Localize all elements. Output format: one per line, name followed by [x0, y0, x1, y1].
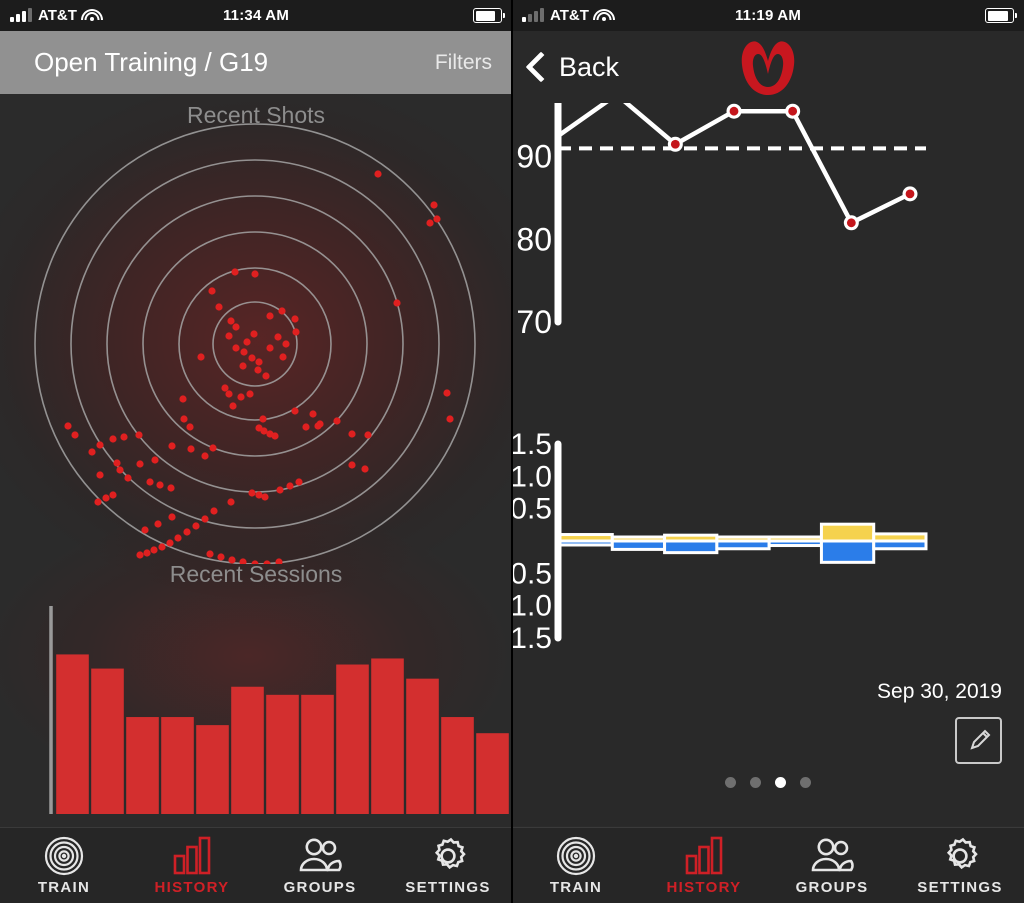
people-icon	[809, 836, 855, 876]
left-content: Recent Shots Recent Sessions	[0, 94, 512, 828]
recent-sessions-label: Recent Sessions	[169, 561, 343, 587]
tab-history-label: HISTORY	[154, 878, 230, 896]
page-dot-active[interactable]	[775, 777, 786, 788]
tab-groups-label: GROUPS	[795, 878, 869, 896]
tab-history[interactable]: HISTORY	[640, 828, 768, 903]
svg-text:1.0: 1.0	[512, 460, 552, 493]
tab-bar-left: TRAIN HISTORY GROUPS SETTINGS	[0, 827, 512, 903]
tab-train[interactable]: TRAIN	[0, 828, 128, 903]
tab-bar-right: TRAIN HISTORY GROUPS SETTINGS	[512, 827, 1024, 903]
tab-history-label: HISTORY	[666, 878, 742, 896]
tab-settings-label: SETTINGS	[917, 878, 1003, 896]
page-dot[interactable]	[725, 777, 736, 788]
recent-shots-target-chart[interactable]	[0, 94, 512, 568]
svg-text:0.5: 0.5	[512, 557, 552, 590]
battery-icon	[985, 8, 1017, 23]
bar-chart-icon	[171, 836, 213, 876]
tab-train[interactable]: TRAIN	[512, 828, 640, 903]
battery-icon	[473, 8, 505, 23]
svg-text:1.5: 1.5	[512, 430, 552, 461]
edit-pencil-icon[interactable]	[955, 717, 1002, 764]
bar-chart-icon	[683, 836, 725, 876]
tab-settings-label: SETTINGS	[405, 878, 491, 896]
status-bar-right-group	[985, 0, 1017, 31]
people-icon	[297, 836, 343, 876]
status-bar-left: AT&T 11:34 AM	[0, 0, 512, 31]
recent-sessions-bar-chart[interactable]	[0, 598, 512, 828]
mantis-logo	[512, 31, 1024, 103]
tab-settings[interactable]: SETTINGS	[384, 828, 512, 903]
page-dot[interactable]	[750, 777, 761, 788]
svg-text:1.5: 1.5	[512, 622, 552, 655]
page-title: Open Training / G19	[34, 47, 269, 77]
filters-button[interactable]: Filters	[435, 51, 492, 75]
right-phone-screen: AT&T 11:19 AM Back 70 80 90 1.5 1.0 0.5 …	[512, 0, 1024, 903]
tab-train-label: TRAIN	[37, 878, 91, 896]
clock-label: 11:19 AM	[734, 7, 802, 24]
tab-groups-label: GROUPS	[283, 878, 357, 896]
status-bar-right-group	[473, 0, 505, 31]
status-bar-right: AT&T 11:19 AM	[512, 0, 1024, 31]
score-line-chart[interactable]: 708090100	[512, 60, 1024, 348]
movement-bar-chart[interactable]: 1.51.00.50.51.01.5	[512, 430, 1024, 655]
page-dots	[512, 777, 1024, 788]
tab-train-label: TRAIN	[549, 878, 603, 896]
tab-history[interactable]: HISTORY	[128, 828, 256, 903]
phone-divider	[511, 0, 513, 903]
svg-text:90: 90	[516, 139, 552, 175]
gear-icon	[428, 836, 468, 876]
left-phone-screen: AT&T 11:34 AM Open Training / G19 Filter…	[0, 0, 512, 903]
gear-icon	[940, 836, 980, 876]
target-rings-icon	[44, 836, 84, 876]
session-date: Sep 30, 2019	[877, 680, 1002, 703]
dual-phone-screenshot: AT&T 11:34 AM Open Training / G19 Filter…	[0, 0, 1024, 903]
target-svg	[34, 123, 476, 568]
tab-groups[interactable]: GROUPS	[768, 828, 896, 903]
tab-groups[interactable]: GROUPS	[256, 828, 384, 903]
target-rings-icon	[556, 836, 596, 876]
svg-text:0.5: 0.5	[512, 493, 552, 526]
clock-label: 11:34 AM	[222, 7, 290, 24]
nav-bar-right: Back	[512, 31, 1024, 103]
nav-bar-left: Open Training / G19 Filters	[0, 31, 512, 94]
tab-settings[interactable]: SETTINGS	[896, 828, 1024, 903]
svg-text:80: 80	[516, 221, 552, 257]
svg-text:1.0: 1.0	[512, 590, 552, 623]
page-dot[interactable]	[800, 777, 811, 788]
svg-text:70: 70	[516, 304, 552, 340]
